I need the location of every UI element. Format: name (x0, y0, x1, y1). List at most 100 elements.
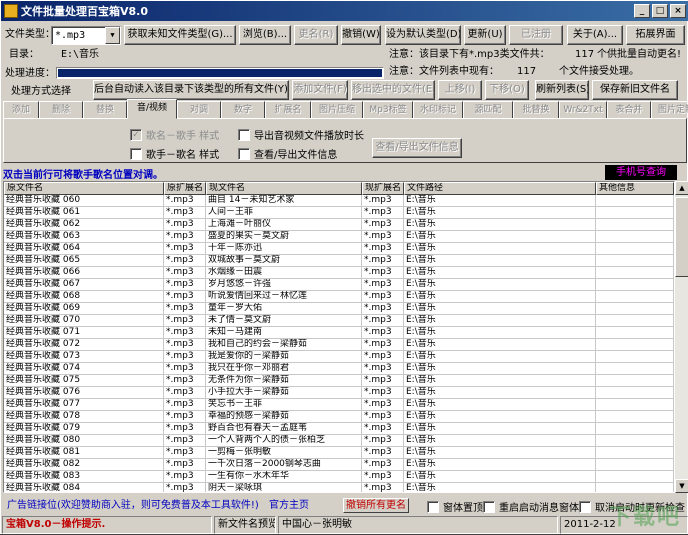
tab-11[interactable]: 批替换 (513, 101, 559, 119)
tab-0[interactable]: 添加 (3, 101, 39, 119)
table-cell: 水烟缘－田震 (206, 267, 362, 278)
table-row[interactable]: 经典音乐收藏 061 *.mp3 人间－王菲 *.mp3 E:\音乐 (4, 207, 674, 219)
table-row[interactable]: 经典音乐收藏 080 *.mp3 一个人背两个人的债－张柏芝 *.mp3 E:\音乐 (4, 435, 674, 447)
status-bar: 宝箱V8.0－操作提示. 新文件名预览 中国心－张明敏 2011-2-12 (1, 515, 688, 535)
move-down-button[interactable]: 下移(O) (485, 80, 529, 100)
table-row[interactable]: 经典音乐收藏 081 *.mp3 一剪梅－张明敏 *.mp3 E:\音乐 (4, 447, 674, 459)
filetype-select[interactable]: *.mp3 ▼ (51, 26, 121, 45)
view-export-button[interactable]: 查看/导出文件信息 (372, 138, 462, 158)
update-button[interactable]: 更新(U) (464, 25, 506, 45)
registered-button[interactable]: 已注册 (509, 25, 563, 45)
move-up-button[interactable]: 上移(I) (438, 80, 482, 100)
table-cell (596, 351, 674, 362)
tab-2[interactable]: 替换 (83, 101, 127, 119)
maximize-button[interactable]: □ (652, 4, 668, 18)
scroll-down-icon[interactable]: ▼ (675, 479, 688, 493)
title-bar[interactable]: 文件批量处理百宝箱V8.0 _ □ × (1, 1, 688, 21)
table-row[interactable]: 经典音乐收藏 070 *.mp3 未了情－莫文蔚 *.mp3 E:\音乐 (4, 315, 674, 327)
table-row[interactable]: 经典音乐收藏 084 *.mp3 阴天－梁咏琪 *.mp3 E:\音乐 (4, 483, 674, 492)
phone-query-button[interactable]: 手机号查询 (605, 165, 677, 180)
table-row[interactable]: 经典音乐收藏 069 *.mp3 童年－罗大佑 *.mp3 E:\音乐 (4, 303, 674, 315)
table-row[interactable]: 经典音乐收藏 071 *.mp3 未知－马建南 *.mp3 E:\音乐 (4, 327, 674, 339)
tab-8[interactable]: Mp3标签 (363, 101, 413, 119)
about-button[interactable]: 关于(A)... (567, 25, 623, 45)
tab-4[interactable]: 对调 (177, 101, 221, 119)
tab-6[interactable]: 扩展名 (265, 101, 311, 119)
table-row[interactable]: 经典音乐收藏 065 *.mp3 双城故事－莫文蔚 *.mp3 E:\音乐 (4, 255, 674, 267)
tab-13[interactable]: 表合并 (607, 101, 651, 119)
close-button[interactable]: × (670, 4, 686, 18)
table-row[interactable]: 经典音乐收藏 075 *.mp3 无条件为你－梁静茹 *.mp3 E:\音乐 (4, 375, 674, 387)
table-cell: *.mp3 (362, 267, 404, 278)
tab-3[interactable]: 音/视频 (127, 99, 177, 119)
song-singer-option[interactable]: ✓ 歌名－歌手 样式 (130, 127, 219, 142)
topmost-label: 窗体置顶 (443, 503, 483, 514)
set-default-type-button[interactable]: 设为默认类型(D) (385, 25, 461, 45)
scroll-thumb[interactable] (675, 197, 688, 277)
cancel-all-rename-button[interactable]: 撤销所有更名 (343, 498, 409, 513)
table-row[interactable]: 经典音乐收藏 074 *.mp3 我只在乎你－邓丽君 *.mp3 E:\音乐 (4, 363, 674, 375)
tab-1[interactable]: 删除 (39, 101, 83, 119)
table-row[interactable]: 经典音乐收藏 066 *.mp3 水烟缘－田震 *.mp3 E:\音乐 (4, 267, 674, 279)
chevron-down-icon[interactable]: ▼ (105, 27, 120, 44)
table-row[interactable]: 经典音乐收藏 082 *.mp3 一千次日落－2000钢琴志曲 *.mp3 E:\音乐 (4, 459, 674, 471)
table-cell: E:\音乐 (404, 267, 596, 278)
table-row[interactable]: 经典音乐收藏 078 *.mp3 幸福的预感－梁静茹 *.mp3 E:\音乐 (4, 411, 674, 423)
table-row[interactable]: 经典音乐收藏 073 *.mp3 我是爱你的－梁静茹 *.mp3 E:\音乐 (4, 351, 674, 363)
file-table[interactable]: 原文件名 原扩展名 现文件名 现扩展名 文件路径 其他信息 经典音乐收藏 060 *.mp3… (3, 181, 675, 493)
table-body: 经典音乐收藏 060 *.mp3 曲目 14－未知艺术家 *.mp3 E:\音乐 经典音乐… (4, 195, 674, 492)
undo-button[interactable]: 撤销(W) (341, 25, 381, 45)
scroll-up-icon[interactable]: ▲ (675, 181, 688, 195)
tab-9[interactable]: 水印标记 (413, 101, 463, 119)
table-row[interactable]: 经典音乐收藏 079 *.mp3 野百合也有春天－孟庭苇 *.mp3 E:\音乐 (4, 423, 674, 435)
column-header[interactable]: 文件路径 (404, 182, 596, 195)
browse-button[interactable]: 浏览(B)... (239, 25, 291, 45)
table-cell: *.mp3 (362, 459, 404, 470)
table-cell: 经典音乐收藏 079 (4, 423, 164, 434)
table-row[interactable]: 经典音乐收藏 064 *.mp3 十年－陈亦迅 *.mp3 E:\音乐 (4, 243, 674, 255)
table-row[interactable]: 经典音乐收藏 077 *.mp3 笑忘书－王菲 *.mp3 E:\音乐 (4, 399, 674, 411)
table-row[interactable]: 经典音乐收藏 062 *.mp3 上海滩－叶丽仪 *.mp3 E:\音乐 (4, 219, 674, 231)
tab-5[interactable]: 数字 (221, 101, 265, 119)
table-row[interactable]: 经典音乐收藏 063 *.mp3 盛夏的果实－莫文蔚 *.mp3 E:\音乐 (4, 231, 674, 243)
column-header[interactable]: 现文件名 (206, 182, 362, 195)
table-cell: 未知－马建南 (206, 327, 362, 338)
preview-value: 中国心－张明敏 (278, 516, 558, 534)
table-cell (596, 303, 674, 314)
export-duration-checkbox[interactable]: 导出音视频文件播放时长 (238, 127, 364, 142)
restart-tray-checkbox[interactable]: 重启启动消息窗体 (483, 499, 579, 514)
view-file-info-checkbox[interactable]: 查看/导出文件信息 (238, 146, 337, 161)
tab-12[interactable]: Wr&2Txt (559, 101, 607, 119)
minimize-button[interactable]: _ (634, 4, 650, 18)
refresh-list-button[interactable]: 刷新列表(S) (535, 80, 589, 100)
column-header[interactable]: 其他信息 (596, 182, 674, 195)
expand-interface-button[interactable]: 拓展界面 (626, 25, 685, 45)
column-header[interactable]: 现扩展名 (362, 182, 404, 195)
rename-button[interactable]: 更名(R) (294, 25, 338, 45)
singer-song-option[interactable]: 歌手－歌名 样式 (130, 146, 219, 161)
table-row[interactable]: 经典音乐收藏 076 *.mp3 小手拉大手－梁静茹 *.mp3 E:\音乐 (4, 387, 674, 399)
save-names-button[interactable]: 保存新旧文件名 (592, 80, 678, 100)
get-unknown-type-button[interactable]: 获取未知文件类型(G)... (124, 25, 236, 45)
table-row[interactable]: 经典音乐收藏 083 *.mp3 一生有你－水木年华 *.mp3 E:\音乐 (4, 471, 674, 483)
table-cell: E:\音乐 (404, 339, 596, 350)
song-singer-label: 歌名－歌手 样式 (146, 131, 220, 142)
read-all-files-button[interactable]: 后台自动读入该目录下该类型的所有文件(Y) (93, 80, 289, 100)
column-header[interactable]: 原扩展名 (164, 182, 206, 195)
table-row[interactable]: 经典音乐收藏 060 *.mp3 曲目 14－未知艺术家 *.mp3 E:\音乐 (4, 195, 674, 207)
table-cell: E:\音乐 (404, 219, 596, 230)
table-cell: E:\音乐 (404, 471, 596, 482)
table-row[interactable]: 经典音乐收藏 067 *.mp3 岁月悠悠－许强 *.mp3 E:\音乐 (4, 279, 674, 291)
table-row[interactable]: 经典音乐收藏 068 *.mp3 听说爱情回来过－林忆莲 *.mp3 E:\音乐 (4, 291, 674, 303)
topmost-checkbox[interactable]: 窗体置顶 (427, 499, 483, 514)
column-header[interactable]: 原文件名 (4, 182, 164, 195)
tab-14[interactable]: 图片定制 (651, 101, 688, 119)
tab-7[interactable]: 图片压缩 (311, 101, 363, 119)
ad-link[interactable]: 广告链接位(欢迎赞助商入驻，则可免费普及本工具软件!) (7, 499, 259, 513)
official-site-link[interactable]: 官方主页 (269, 499, 309, 513)
tab-10[interactable]: 源匹配 (463, 101, 513, 119)
remove-selected-button[interactable]: 移出选中的文件(E) (351, 80, 435, 100)
vertical-scrollbar[interactable]: ▲ ▼ (675, 181, 688, 493)
table-row[interactable]: 经典音乐收藏 072 *.mp3 我和自己的约会－梁静茹 *.mp3 E:\音乐 (4, 339, 674, 351)
add-file-button[interactable]: 添加文件(F) (292, 80, 348, 100)
